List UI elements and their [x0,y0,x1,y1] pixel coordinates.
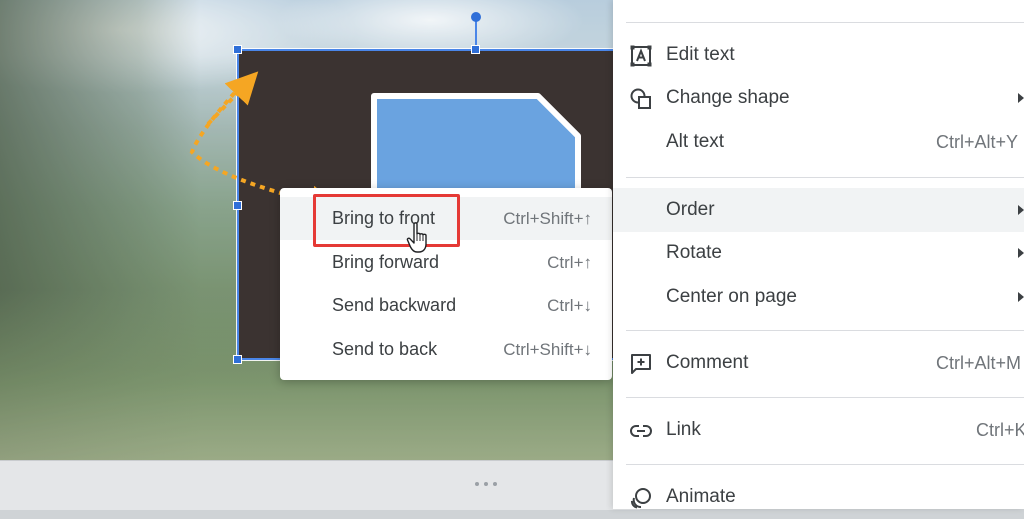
submenu-arrow-icon [1018,205,1024,215]
menu-item-rotate[interactable]: Rotate [613,231,1024,275]
menu-item-send-backward[interactable]: Send backward Ctrl+↓ [280,284,612,327]
menu-item-order[interactable]: Order [613,188,1024,232]
context-menu: Edit text Change shape Alt text Ctrl+Alt… [613,0,1024,509]
edit-text-icon [630,45,652,67]
menu-item-edit-text[interactable]: Edit text [613,33,1024,77]
comment-icon [631,354,651,374]
menu-item-shortcut: Ctrl+Alt+M [936,352,1022,373]
menu-divider [626,22,1024,23]
change-shape-icon [630,88,651,109]
menu-item-send-to-back[interactable]: Send to back Ctrl+Shift+↓ [280,328,612,371]
menu-item-label: Edit text [666,44,735,65]
menu-item-label: Link [666,419,701,440]
menu-item-link[interactable]: Link Ctrl+K [613,408,1024,452]
rotate-stem [475,18,477,48]
menu-item-alt-text[interactable]: Alt text Ctrl+Alt+Y [613,120,1024,164]
menu-item-shortcut: Ctrl+Alt+Y [936,131,1019,152]
hand-pointer-icon [406,222,427,253]
slide-title-fragment [300,0,500,12]
menu-item-shortcut: Ctrl+↑ [547,252,592,272]
menu-divider [626,177,1024,178]
menu-item-shortcut: Ctrl+Shift+↑ [503,208,592,228]
submenu-arrow-icon [1018,248,1024,258]
menu-item-label: Animate [666,486,736,507]
menu-item-bring-forward[interactable]: Bring forward Ctrl+↑ [280,241,612,284]
menu-item-shortcut: Ctrl+Shift+↓ [503,339,592,359]
menu-item-shortcut: Ctrl+K [976,419,1024,440]
menu-divider [626,330,1024,331]
menu-item-label: Send to back [332,339,438,359]
resize-handle-bottom-left[interactable] [233,355,242,364]
menu-item-label: Send backward [332,295,457,315]
resize-handle-top-left[interactable] [233,45,242,54]
menu-item-comment[interactable]: Comment Ctrl+Alt+M [613,341,1024,385]
menu-item-shortcut: Ctrl+↓ [547,295,592,315]
resize-handle-top-middle[interactable] [471,45,480,54]
link-icon [630,425,652,437]
speaker-notes-bar [0,460,640,510]
rotate-handle[interactable] [471,12,481,22]
red-highlight-box [313,194,460,247]
menu-item-label: Center on page [666,286,797,307]
submenu-arrow-icon [1018,292,1024,302]
menu-item-label: Bring forward [332,252,440,272]
menu-item-label: Alt text [666,131,725,152]
menu-item-label: Rotate [666,242,722,263]
menu-divider [626,464,1024,465]
submenu-arrow-icon [1018,93,1024,103]
menu-item-label: Comment [666,352,749,373]
notes-resize-handle[interactable] [470,482,502,488]
menu-item-label: Change shape [666,87,790,108]
animate-icon [631,488,651,509]
menu-item-change-shape[interactable]: Change shape [613,76,1024,120]
menu-item-label: Order [666,199,715,220]
menu-item-center-on-page[interactable]: Center on page [613,275,1024,319]
menu-divider [626,397,1024,398]
menu-item-animate[interactable]: Animate [613,475,1024,519]
